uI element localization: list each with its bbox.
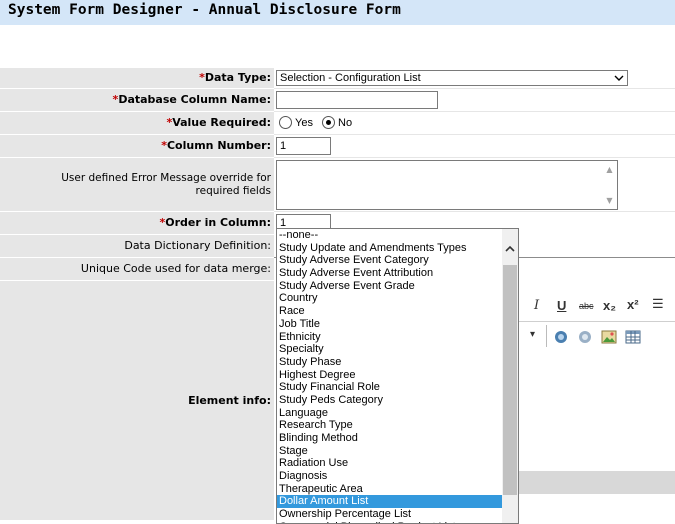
dropdown-option[interactable]: --none-- [277,229,503,242]
data-type-label: * Data Type: [0,68,274,89]
chevron-down-icon [614,72,624,84]
table-icon[interactable] [625,329,641,348]
italic-icon[interactable]: I [534,298,539,313]
unlink-icon[interactable] [577,329,593,348]
toolbar-divider [514,321,675,322]
dropdown-option[interactable]: Therapeutic Area [277,483,503,496]
toolbar-separator [546,325,547,347]
data-type-select[interactable]: Selection - Configuration List [276,70,628,86]
dropdown-options: --none-- Study Update and Amendments Type… [277,229,503,523]
strikethrough-icon[interactable]: abc [579,301,594,311]
dropdown-option[interactable]: Specialty [277,343,503,356]
scroll-down-icon[interactable]: ▼ [604,196,615,205]
list-icon[interactable]: ☰ [652,297,664,312]
dropdown-option[interactable]: Study Financial Role [277,381,503,394]
dropdown-option[interactable]: Blinding Method [277,432,503,445]
dictionary-def-label: Data Dictionary Definition: [0,235,274,258]
dropdown-option[interactable]: Race [277,305,503,318]
value-required-field: Yes No [274,112,675,135]
dropdown-scrollbar[interactable] [502,229,518,523]
row-column-number: * Column Number: 1 [0,135,675,158]
data-type-dropdown-list[interactable]: --none-- Study Update and Amendments Type… [276,228,519,524]
row-data-type: * Data Type: Selection - Configuration Li… [0,68,675,89]
db-column-label: * Database Column Name: [0,89,274,112]
order-in-column-label: * Order in Column: [0,212,274,235]
db-column-label-text: Database Column Name: [118,93,271,106]
dropdown-option[interactable]: Stage [277,445,503,458]
page-title: System Form Designer - Annual Disclosure… [8,2,401,18]
dropdown-option[interactable]: Study Peds Category [277,394,503,407]
dropdown-option[interactable]: Research Type [277,419,503,432]
superscript-icon[interactable]: x² [627,297,639,312]
column-number-label: * Column Number: [0,135,274,158]
data-type-field: Selection - Configuration List [274,68,675,89]
radio-yes[interactable] [279,116,292,129]
value-required-label: * Value Required: [0,112,274,135]
element-info-label: Element info: [0,281,274,521]
underline-icon[interactable]: U [557,298,566,313]
textarea-scrollbar[interactable]: ▲ ▼ [602,161,617,209]
row-value-required: * Value Required: Yes No [0,112,675,135]
dropdown-option[interactable]: Language [277,407,503,420]
column-number-label-text: Column Number: [166,139,271,152]
radio-no-label: No [338,117,353,129]
column-number-input[interactable]: 1 [276,137,331,155]
page-header: System Form Designer - Annual Disclosure… [0,0,675,25]
error-message-textarea[interactable]: ▲ ▼ [276,160,618,210]
radio-yes-label: Yes [295,117,313,129]
error-message-label: User defined Error Message override for … [0,158,274,212]
data-type-label-text: Data Type: [204,71,271,84]
dropdown-option[interactable]: Radiation Use [277,457,503,470]
radio-no[interactable] [322,116,335,129]
image-icon[interactable] [601,329,617,348]
dropdown-option[interactable]: Highest Degree [277,369,503,382]
dropdown-option[interactable]: Study Adverse Event Attribution [277,267,503,280]
data-type-value: Selection - Configuration List [280,72,421,84]
dropdown-option[interactable]: Study Adverse Event Grade [277,280,503,293]
dropdown-option[interactable]: Study Update and Amendments Types [277,242,503,255]
dropdown-option[interactable]: Study Phase [277,356,503,369]
order-in-column-label-text: Order in Column: [165,216,271,229]
editor-status-bar [514,471,675,494]
column-number-field: 1 [274,135,675,158]
db-column-field [274,89,675,112]
unique-code-label: Unique Code used for data merge: [0,258,274,281]
chevron-down-icon[interactable]: ▾ [530,329,535,340]
scroll-thumb[interactable] [503,265,517,495]
dropdown-option[interactable]: Ownership Percentage List [277,508,503,521]
dropdown-option[interactable]: Ethnicity [277,331,503,344]
row-error-message: User defined Error Message override for … [0,158,675,212]
dropdown-option[interactable]: Study Adverse Event Category [277,254,503,267]
db-column-input[interactable] [276,91,438,109]
dropdown-option[interactable]: Country [277,292,503,305]
scroll-up-icon[interactable]: ▲ [604,165,615,174]
row-db-column: * Database Column Name: [0,89,675,112]
dropdown-option[interactable]: Diagnosis [277,470,503,483]
dropdown-option[interactable]: Dollar Amount List [277,495,503,509]
dropdown-option[interactable]: Job Title [277,318,503,331]
subscript-icon[interactable]: x₂ [603,298,616,313]
link-icon[interactable] [553,329,569,348]
value-required-label-text: Value Required: [172,116,271,129]
scroll-up-icon[interactable] [504,243,516,255]
error-message-field: ▲ ▼ [274,158,675,212]
